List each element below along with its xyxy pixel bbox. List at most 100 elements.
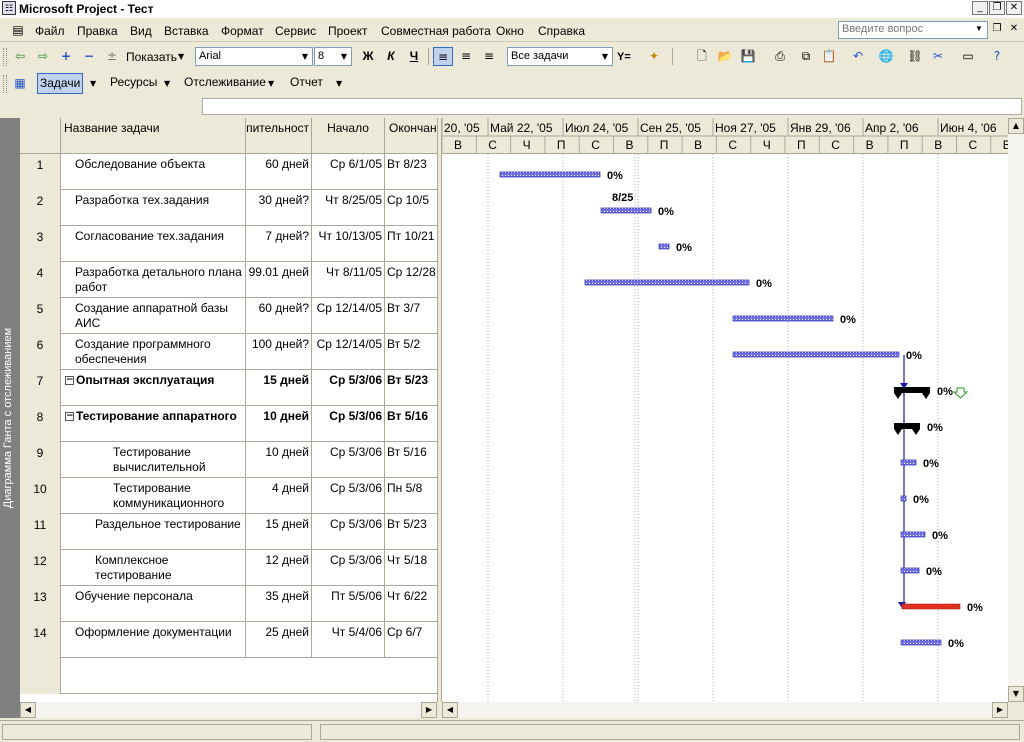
start-cell[interactable]: Ср 5/3/06	[312, 514, 385, 550]
start-cell[interactable]: Ср 5/3/06	[312, 550, 385, 586]
font-select[interactable]: Arial ▼	[195, 47, 313, 66]
header-start[interactable]: Начало	[312, 118, 385, 154]
doc-close-button[interactable]: ✕	[1006, 23, 1022, 37]
chevron-down-icon[interactable]: ▼	[164, 79, 170, 88]
table-row[interactable]: 7 − Опытная эксплуатация 15 дней Ср 5/3/06 Вт…	[20, 370, 437, 406]
document-icon[interactable]: ▤	[10, 22, 26, 38]
duration-cell[interactable]: 10 дней	[246, 442, 312, 478]
chevron-down-icon[interactable]: ▼	[90, 79, 96, 88]
menu-project[interactable]: Проект	[328, 24, 368, 38]
duration-cell[interactable]: 7 дней?	[246, 226, 312, 262]
scroll-down-icon[interactable]: ▼	[1008, 686, 1024, 702]
vertical-scrollbar[interactable]: ▲ ▼	[1008, 118, 1024, 702]
duration-cell[interactable]: 25 дней	[246, 622, 312, 658]
header-duration[interactable]: пительност	[246, 118, 312, 154]
chevron-down-icon[interactable]: ▼	[599, 48, 611, 65]
empty-row[interactable]	[20, 658, 437, 694]
start-cell[interactable]: Ср 5/3/06	[312, 442, 385, 478]
finish-cell[interactable]: Пн 5/8	[385, 478, 437, 514]
menu-file[interactable]: Файл	[35, 24, 65, 38]
row-id[interactable]: 11	[20, 514, 61, 550]
menu-view[interactable]: Вид	[130, 24, 152, 38]
duration-cell[interactable]: 10 дней	[246, 406, 312, 442]
ask-question-input[interactable]: Введите вопрос	[838, 21, 988, 39]
menu-insert[interactable]: Вставка	[164, 24, 209, 38]
chevron-down-icon[interactable]: ▼	[336, 79, 342, 88]
show-outline-icon[interactable]: ±	[104, 48, 120, 64]
duration-cell[interactable]: 15 дней	[246, 370, 312, 406]
align-center-icon[interactable]: ≡	[456, 47, 476, 66]
row-id[interactable]: 14	[20, 622, 61, 658]
start-cell[interactable]: Ср 12/14/05	[312, 298, 385, 334]
start-cell[interactable]: Пт 5/5/06	[312, 586, 385, 622]
table-row[interactable]: 13 Обучение персонала 35 дней Пт 5/5/06 Чт 6…	[20, 586, 437, 622]
task-name-cell[interactable]: Тестирование коммуникационного	[61, 478, 246, 514]
task-name-cell[interactable]: Тестирование вычислительной	[61, 442, 246, 478]
start-cell[interactable]: Чт 10/13/05	[312, 226, 385, 262]
scroll-left-icon[interactable]: ◀	[20, 702, 36, 718]
task-name-cell[interactable]: Раздельное тестирование	[61, 514, 246, 550]
task-name-cell[interactable]: Создание программного обеспечения	[61, 334, 246, 370]
ask-dropdown-icon[interactable]: ▼	[975, 24, 983, 33]
font-size-select[interactable]: 8 ▼	[314, 47, 352, 66]
table-row[interactable]: 14 Оформление документации 25 дней Чт 5/4/0…	[20, 622, 437, 658]
table-row[interactable]: 2 Разработка тех.задания 30 дней? Чт 8/25/0…	[20, 190, 437, 226]
duration-cell[interactable]: 60 дней?	[246, 298, 312, 334]
autofilter-icon[interactable]: Y=	[617, 51, 631, 63]
finish-cell[interactable]: Ср 6/7	[385, 622, 437, 658]
menu-window[interactable]: Окно	[496, 24, 524, 38]
task-name-cell[interactable]: Комплексное тестирование	[61, 550, 246, 586]
task-name-cell[interactable]: Разработка детального плана работ	[61, 262, 246, 298]
tab-tasks[interactable]: Задачи	[37, 73, 84, 94]
menu-help[interactable]: Справка	[538, 24, 585, 38]
duration-cell[interactable]: 99.01 дней	[246, 262, 312, 298]
print-icon[interactable]: ⎙	[772, 48, 788, 64]
gantt-wizard-icon[interactable]: ✦	[646, 48, 662, 64]
duration-cell[interactable]: 12 дней	[246, 550, 312, 586]
table-row[interactable]: 9 Тестирование вычислительной 10 дней Ср 5/…	[20, 442, 437, 478]
row-id[interactable]: 12	[20, 550, 61, 586]
collapse-icon[interactable]: −	[65, 376, 74, 386]
menu-collaborate[interactable]: Совместная работа	[381, 24, 491, 38]
duration-cell[interactable]: 15 дней	[246, 514, 312, 550]
undo-icon[interactable]: ↶	[850, 48, 866, 64]
duration-cell[interactable]: 100 дней?	[246, 334, 312, 370]
new-icon[interactable]: 🗋	[694, 48, 710, 64]
finish-cell[interactable]: Чт 5/18	[385, 550, 437, 586]
start-cell[interactable]: Ср 5/3/06	[312, 370, 385, 406]
task-name-cell[interactable]: − Опытная эксплуатация	[61, 370, 246, 406]
start-cell[interactable]: Ср 5/3/06	[312, 406, 385, 442]
bold-button[interactable]: Ж	[358, 47, 378, 66]
finish-cell[interactable]: Вт 5/23	[385, 370, 437, 406]
align-right-icon[interactable]: ≡	[479, 47, 499, 66]
scroll-right-icon[interactable]: ▶	[421, 702, 437, 718]
table-row[interactable]: 5 Создание аппаратной базы АИС 60 дней? Ср …	[20, 298, 437, 334]
doc-restore-button[interactable]: ❐	[989, 23, 1005, 37]
row-id[interactable]: 2	[20, 190, 61, 226]
header-finish[interactable]: Окончан	[385, 118, 437, 154]
save-icon[interactable]: 💾	[740, 48, 756, 64]
finish-cell[interactable]: Вт 5/16	[385, 442, 437, 478]
row-id[interactable]: 6	[20, 334, 61, 370]
start-cell[interactable]: Ср 12/14/05	[312, 334, 385, 370]
finish-cell[interactable]: Ср 12/28	[385, 262, 437, 298]
table-row[interactable]: 12 Комплексное тестирование 12 дней Ср 5/3/…	[20, 550, 437, 586]
start-cell[interactable]: Ср 6/1/05	[312, 154, 385, 190]
start-cell[interactable]: Чт 8/25/05	[312, 190, 385, 226]
task-name-cell[interactable]: Создание аппаратной базы АИС	[61, 298, 246, 334]
guide-icon[interactable]: ▦	[12, 75, 28, 91]
open-icon[interactable]: 📂	[717, 48, 733, 64]
underline-button[interactable]: Ч	[404, 47, 424, 66]
scroll-left-icon[interactable]: ◀	[442, 702, 458, 718]
finish-cell[interactable]: Вт 8/23	[385, 154, 437, 190]
duration-cell[interactable]: 4 дней	[246, 478, 312, 514]
row-id[interactable]: 1	[20, 154, 61, 190]
finish-cell[interactable]: Вт 5/16	[385, 406, 437, 442]
task-name-cell[interactable]: Разработка тех.задания	[61, 190, 246, 226]
hide-subtasks-icon[interactable]: −	[81, 48, 97, 64]
finish-cell[interactable]: Вт 5/2	[385, 334, 437, 370]
link-tasks-icon[interactable]: ⛓	[907, 48, 923, 64]
finish-cell[interactable]: Чт 6/22	[385, 586, 437, 622]
table-row[interactable]: 4 Разработка детального плана работ 99.01 …	[20, 262, 437, 298]
row-id[interactable]: 4	[20, 262, 61, 298]
